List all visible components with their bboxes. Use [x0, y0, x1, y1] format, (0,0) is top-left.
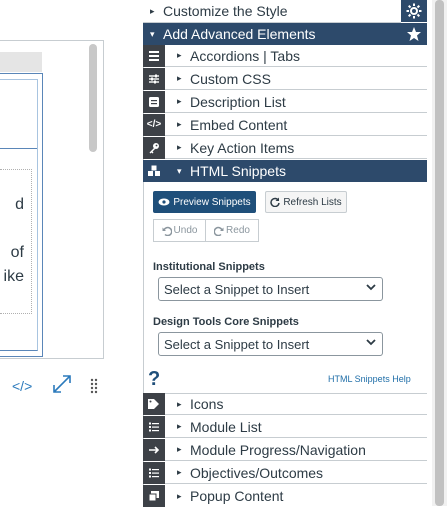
- gear-icon[interactable]: [401, 0, 427, 22]
- caret-right-icon: ▸: [177, 421, 182, 431]
- core-snippets-select[interactable]: Select a Snippet to Insert: [158, 332, 383, 356]
- drag-handle-icon[interactable]: [90, 378, 98, 397]
- custom-css-item[interactable]: ▸ Custom CSS: [143, 67, 427, 90]
- item-label: HTML Snippets: [190, 163, 286, 179]
- editor-scrollbar[interactable]: [89, 44, 97, 152]
- caret-right-icon: ▸: [177, 73, 182, 83]
- item-label: Module List: [190, 418, 262, 435]
- accordion-icon: [143, 44, 165, 67]
- window-icon: [143, 485, 165, 507]
- editor-content-box[interactable]: [0, 169, 32, 314]
- accordions-tabs-item[interactable]: ▸ Accordions | Tabs: [143, 44, 427, 67]
- sliders-icon: [143, 67, 165, 90]
- arrow-right-icon: [143, 438, 165, 461]
- core-snippets-label: Design Tools Core Snippets: [153, 316, 299, 328]
- panel-scrollbar-thumb[interactable]: [435, 0, 444, 506]
- item-label: Module Progress/Navigation: [190, 441, 366, 458]
- caret-right-icon: ▸: [177, 467, 182, 477]
- help-icon[interactable]: ?: [148, 368, 160, 391]
- preview-snippets-button[interactable]: Preview Snippets: [153, 191, 256, 213]
- chevron-down-icon: [366, 282, 376, 295]
- popup-content-item[interactable]: ▸ Popup Content: [143, 485, 427, 507]
- institutional-snippets-select[interactable]: Select a Snippet to Insert: [158, 277, 383, 301]
- module-progress-item[interactable]: ▸ Module Progress/Navigation: [143, 438, 427, 461]
- customize-style-section[interactable]: ▸ Customize the Style: [143, 0, 401, 23]
- caret-right-icon: ▸: [150, 5, 155, 16]
- editor-text-line: of: [10, 244, 24, 261]
- caret-down-icon: ▾: [177, 165, 182, 176]
- list-icon: [143, 461, 165, 484]
- cubes-icon: [143, 160, 165, 182]
- item-label: Embed Content: [190, 116, 288, 133]
- item-label: Popup Content: [190, 488, 284, 504]
- objectives-outcomes-item[interactable]: ▸ Objectives/Outcomes: [143, 461, 427, 484]
- list-card-icon: [143, 90, 165, 113]
- editor-text-line: d: [15, 196, 24, 213]
- caret-right-icon: ▸: [177, 50, 182, 60]
- key-icon: [143, 136, 165, 159]
- chevron-down-icon: [366, 337, 376, 350]
- caret-right-icon: ▸: [177, 142, 182, 152]
- code-icon: </>: [143, 113, 165, 136]
- html-snippets-help-link[interactable]: HTML Snippets Help: [328, 374, 411, 384]
- button-label: Undo: [173, 225, 198, 236]
- description-list-item[interactable]: ▸ Description List: [143, 90, 427, 113]
- html-snippets-item[interactable]: ▾ HTML Snippets: [143, 160, 427, 182]
- key-action-items-item[interactable]: ▸ Key Action Items: [143, 136, 427, 159]
- embed-content-item[interactable]: </> ▸ Embed Content: [143, 113, 427, 136]
- caret-right-icon: ▸: [177, 398, 182, 409]
- select-value: Select a Snippet to Insert: [164, 281, 310, 297]
- caret-right-icon: ▸: [177, 96, 182, 106]
- institutional-snippets-label: Institutional Snippets: [153, 261, 265, 273]
- section-label: Add Advanced Elements: [163, 26, 316, 42]
- caret-right-icon: ▸: [177, 119, 182, 129]
- html-editor-button[interactable]: </>: [12, 378, 32, 394]
- item-label: Objectives/Outcomes: [190, 464, 324, 481]
- tag-icon: [143, 393, 165, 415]
- select-value: Select a Snippet to Insert: [164, 336, 310, 352]
- item-label: Description List: [190, 93, 286, 110]
- star-icon[interactable]: [401, 23, 427, 45]
- caret-right-icon: ▸: [177, 490, 182, 501]
- button-label: Redo: [226, 225, 250, 236]
- list-icon: [143, 415, 165, 438]
- button-label: Preview Snippets: [173, 196, 251, 208]
- editor-toolbar-strip: [0, 52, 42, 72]
- add-advanced-elements-section[interactable]: ▾ Add Advanced Elements: [143, 23, 401, 45]
- module-list-item[interactable]: ▸ Module List: [143, 415, 427, 438]
- section-label: Customize the Style: [163, 3, 288, 19]
- item-label: Icons: [190, 396, 224, 412]
- caret-down-icon: ▾: [150, 28, 155, 39]
- item-label: Accordions | Tabs: [190, 47, 300, 64]
- editor-divider: [0, 148, 37, 149]
- icons-item[interactable]: ▸ Icons: [143, 393, 427, 415]
- redo-button[interactable]: Redo: [206, 219, 259, 242]
- undo-button[interactable]: Undo: [153, 219, 206, 242]
- button-label: Refresh Lists: [283, 196, 342, 208]
- editor-text-line: ike: [3, 268, 24, 285]
- item-label: Custom CSS: [190, 70, 271, 87]
- item-label: Key Action Items: [190, 139, 295, 156]
- caret-right-icon: ▸: [177, 444, 182, 454]
- expand-icon[interactable]: [51, 373, 73, 398]
- refresh-lists-button[interactable]: Refresh Lists: [265, 191, 347, 213]
